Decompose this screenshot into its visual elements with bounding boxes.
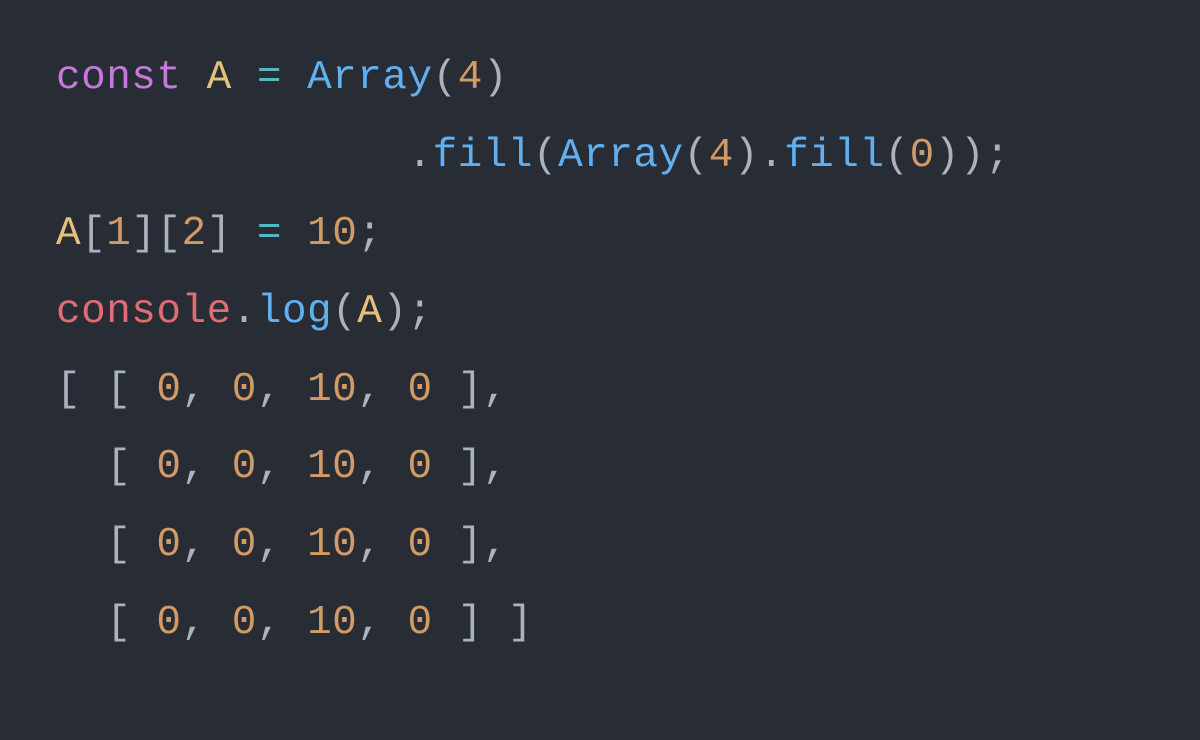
output-number: 0 bbox=[408, 600, 433, 646]
output-number: 10 bbox=[307, 444, 357, 490]
code-line-3: A[1][2] = 10; bbox=[56, 211, 382, 257]
code-line-4: console.log(A); bbox=[56, 289, 433, 335]
number-4: 4 bbox=[709, 133, 734, 179]
identifier-A: A bbox=[56, 211, 81, 257]
operator-assign: = bbox=[257, 55, 282, 101]
number-4: 4 bbox=[458, 55, 483, 101]
paren-close: ) bbox=[382, 289, 407, 335]
paren-open: ( bbox=[533, 133, 558, 179]
keyword-const: const bbox=[56, 55, 182, 101]
operator-assign: = bbox=[257, 211, 282, 257]
identifier-A: A bbox=[357, 289, 382, 335]
output-bracket: ], bbox=[433, 444, 508, 490]
bracket-close: ] bbox=[207, 211, 232, 257]
number-10: 10 bbox=[307, 211, 357, 257]
paren-open: ( bbox=[684, 133, 709, 179]
output-bracket: [ bbox=[56, 444, 156, 490]
output-number: 0 bbox=[156, 367, 181, 413]
output-bracket: ], bbox=[433, 522, 508, 568]
output-number: 0 bbox=[156, 444, 181, 490]
output-bracket: [ bbox=[56, 600, 156, 646]
output-line-2: [ 0, 0, 10, 0 ], bbox=[56, 522, 508, 568]
output-number: 0 bbox=[232, 367, 257, 413]
output-number: 0 bbox=[232, 600, 257, 646]
output-number: 0 bbox=[156, 522, 181, 568]
output-bracket: [ [ bbox=[56, 367, 156, 413]
output-number: 10 bbox=[307, 367, 357, 413]
dot: . bbox=[759, 133, 784, 179]
paren-open: ( bbox=[885, 133, 910, 179]
output-bracket: ], bbox=[433, 367, 508, 413]
output-number: 0 bbox=[408, 444, 433, 490]
paren-close: ) bbox=[483, 55, 508, 101]
function-log: log bbox=[257, 289, 332, 335]
paren-open: ( bbox=[433, 55, 458, 101]
output-number: 10 bbox=[307, 600, 357, 646]
bracket-open: [ bbox=[156, 211, 181, 257]
bracket-close: ] bbox=[131, 211, 156, 257]
object-console: console bbox=[56, 289, 232, 335]
function-Array: Array bbox=[558, 133, 684, 179]
number-1: 1 bbox=[106, 211, 131, 257]
output-bracket: ] ] bbox=[433, 600, 533, 646]
output-line-0: [ [ 0, 0, 10, 0 ], bbox=[56, 367, 508, 413]
paren-close: ) bbox=[734, 133, 759, 179]
function-fill: fill bbox=[433, 133, 533, 179]
output-number: 10 bbox=[307, 522, 357, 568]
code-line-2: .fill(Array(4).fill(0)); bbox=[56, 133, 1010, 179]
code-line-1: const A = Array(4) bbox=[56, 55, 508, 101]
output-number: 0 bbox=[156, 600, 181, 646]
dot: . bbox=[232, 289, 257, 335]
bracket-open: [ bbox=[81, 211, 106, 257]
semicolon: ; bbox=[407, 289, 432, 335]
number-0: 0 bbox=[910, 133, 935, 179]
output-number: 0 bbox=[232, 444, 257, 490]
function-fill: fill bbox=[784, 133, 884, 179]
output-number: 0 bbox=[232, 522, 257, 568]
number-2: 2 bbox=[182, 211, 207, 257]
identifier-A: A bbox=[207, 55, 232, 101]
output-number: 0 bbox=[408, 522, 433, 568]
paren-close: ) bbox=[935, 133, 960, 179]
paren-open: ( bbox=[332, 289, 357, 335]
semicolon: ; bbox=[357, 211, 382, 257]
code-block: const A = Array(4) .fill(Array(4).fill(0… bbox=[0, 0, 1200, 703]
output-line-1: [ 0, 0, 10, 0 ], bbox=[56, 444, 508, 490]
function-Array: Array bbox=[307, 55, 433, 101]
dot: . bbox=[407, 133, 432, 179]
output-number: 0 bbox=[408, 367, 433, 413]
output-line-3: [ 0, 0, 10, 0 ] ] bbox=[56, 600, 533, 646]
output-bracket: [ bbox=[56, 522, 156, 568]
semicolon: ; bbox=[985, 133, 1010, 179]
paren-close: ) bbox=[960, 133, 985, 179]
